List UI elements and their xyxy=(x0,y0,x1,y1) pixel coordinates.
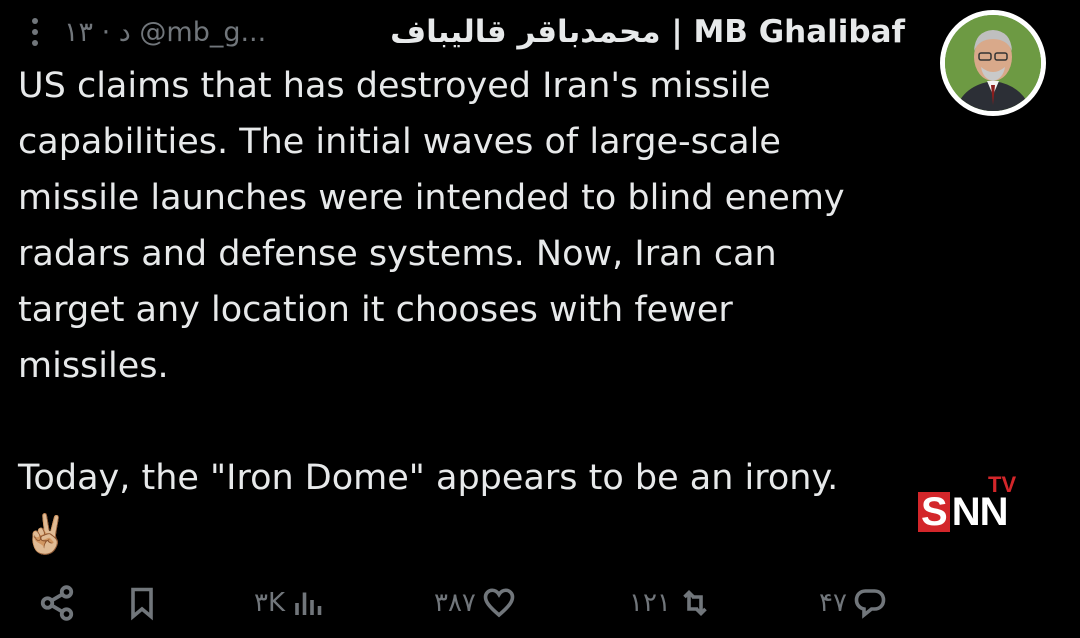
avatar-image xyxy=(945,15,1041,111)
bookmark-button[interactable] xyxy=(124,584,254,622)
retweet-icon xyxy=(683,589,707,617)
retweet-button[interactable]: ۱۲۱ xyxy=(629,585,819,621)
more-options-icon[interactable] xyxy=(20,18,50,46)
handle-and-time: ۱۳ · د @mb_g... xyxy=(64,17,266,48)
tweet-actions-bar: ۳K ۳۸۷ ۱۲۱ ۴۷ xyxy=(38,578,1050,628)
views-chart-icon xyxy=(295,592,322,615)
avatar[interactable] xyxy=(940,10,1046,116)
victory-hand-emoji: ✌🏼 xyxy=(22,512,70,556)
heart-icon xyxy=(483,588,515,618)
retweets-count: ۱۲۱ xyxy=(629,588,671,618)
snn-tv-watermark: TV S NN xyxy=(918,472,1028,532)
bookmark-icon xyxy=(131,587,153,621)
likes-count: ۳۸۷ xyxy=(434,588,476,618)
watermark-nn: NN xyxy=(951,490,1009,534)
share-icon xyxy=(40,585,74,621)
replies-count: ۴۷ xyxy=(819,588,847,618)
views-button[interactable]: ۳K xyxy=(254,585,434,621)
views-count: ۳K xyxy=(254,588,286,618)
tweet-text: US claims that has destroyed Iran's miss… xyxy=(18,66,845,498)
watermark-s: S xyxy=(918,492,950,532)
reply-bubble-icon xyxy=(854,589,886,619)
post-time: ۱۳ · د xyxy=(64,16,131,48)
reply-button[interactable]: ۴۷ xyxy=(819,585,889,621)
share-button[interactable] xyxy=(38,584,124,622)
display-name[interactable]: محمدباقر قالیباف | MB Ghalibaf xyxy=(390,14,905,50)
tweet-header: ۱۳ · د @mb_g... محمدباقر قالیباف | MB Gh… xyxy=(20,10,905,54)
like-button[interactable]: ۳۸۷ xyxy=(434,585,629,621)
user-handle[interactable]: @mb_g... xyxy=(139,17,266,48)
